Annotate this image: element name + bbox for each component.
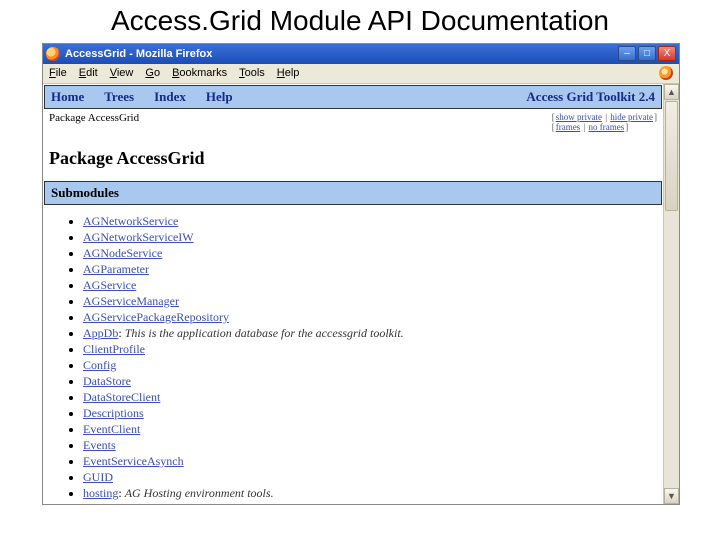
scroll-down-button[interactable]: ▼ <box>664 488 679 504</box>
nav-index[interactable]: Index <box>154 89 186 105</box>
section-submodules: Submodules <box>44 181 662 205</box>
module-description: This is the application database for the… <box>125 326 404 340</box>
module-link[interactable]: EventClient <box>83 422 140 436</box>
module-link[interactable]: DataStore <box>83 374 131 388</box>
menu-file[interactable]: File <box>49 67 67 79</box>
module-link[interactable]: AGServicePackageRepository <box>83 310 229 324</box>
window-title: AccessGrid - Mozilla Firefox <box>65 48 618 60</box>
module-link[interactable]: AGServiceManager <box>83 294 179 308</box>
close-button[interactable]: X <box>658 46 676 61</box>
menu-view[interactable]: View <box>110 67 134 79</box>
slide-title: Access.Grid Module API Documentation <box>0 0 720 39</box>
doc-navbar: Home Trees Index Help Access Grid Toolki… <box>44 85 662 109</box>
list-item: Events <box>83 438 663 453</box>
menu-go[interactable]: Go <box>145 67 160 79</box>
module-link[interactable]: EventServiceAsynch <box>83 454 184 468</box>
package-heading: Package AccessGrid <box>43 134 663 181</box>
list-item: AGNetworkServiceIW <box>83 230 663 245</box>
vertical-scrollbar[interactable]: ▲ ▼ <box>663 84 679 504</box>
page-content: Home Trees Index Help Access Grid Toolki… <box>43 84 663 504</box>
list-item: AGServicePackageRepository <box>83 310 663 325</box>
module-link[interactable]: AppDb <box>83 326 118 340</box>
list-item: EventClient <box>83 422 663 437</box>
list-item: AGNetworkService <box>83 214 663 229</box>
menu-help[interactable]: Help <box>277 67 300 79</box>
list-item: AGParameter <box>83 262 663 277</box>
frames-link[interactable]: frames <box>556 122 581 132</box>
breadcrumb: Package AccessGrid [show private | hide … <box>43 110 663 134</box>
breadcrumb-text: Package AccessGrid <box>49 112 139 132</box>
maximize-button[interactable]: □ <box>638 46 656 61</box>
list-item: GUID <box>83 470 663 485</box>
list-item: AGNodeService <box>83 246 663 261</box>
list-item: hosting: AG Hosting environment tools. <box>83 486 663 501</box>
module-list: AGNetworkService AGNetworkServiceIW AGNode… <box>43 205 663 504</box>
list-item: ClientProfile <box>83 342 663 357</box>
show-private-link[interactable]: show private <box>556 112 602 122</box>
list-item: DataStore <box>83 374 663 389</box>
scroll-thumb[interactable] <box>665 101 678 211</box>
hide-private-link[interactable]: hide private <box>610 112 653 122</box>
list-item: AGServiceManager <box>83 294 663 309</box>
menubar: File Edit View Go Bookmarks Tools Help <box>43 64 679 84</box>
module-link[interactable]: AGNetworkServiceIW <box>83 230 194 244</box>
list-item: DataStoreClient <box>83 390 663 405</box>
firefox-icon <box>46 47 60 61</box>
module-link[interactable]: Descriptions <box>83 406 144 420</box>
nav-help[interactable]: Help <box>206 89 233 105</box>
module-link[interactable]: AGNetworkService <box>83 214 178 228</box>
minimize-button[interactable]: – <box>618 46 636 61</box>
module-link[interactable]: hosting <box>83 486 118 500</box>
module-link[interactable]: Events <box>83 438 116 452</box>
menu-bookmarks[interactable]: Bookmarks <box>172 67 227 79</box>
module-link[interactable]: AGService <box>83 278 136 292</box>
no-frames-link[interactable]: no frames <box>589 122 625 132</box>
nav-home[interactable]: Home <box>51 89 84 105</box>
menu-edit[interactable]: Edit <box>79 67 98 79</box>
module-link[interactable]: GUID <box>83 470 113 484</box>
menu-tools[interactable]: Tools <box>239 67 265 79</box>
module-link[interactable]: ClientProfile <box>83 342 145 356</box>
titlebar[interactable]: AccessGrid - Mozilla Firefox – □ X <box>43 44 679 64</box>
list-item: AGService <box>83 278 663 293</box>
module-link[interactable]: DataStoreClient <box>83 390 160 404</box>
throbber-icon <box>659 66 673 80</box>
list-item: Descriptions <box>83 406 663 421</box>
module-link[interactable]: Config <box>83 358 116 372</box>
list-item: AppDb: This is the application database … <box>83 326 663 341</box>
view-options: [show private | hide private] [frames | … <box>552 112 657 132</box>
module-link[interactable]: AGNodeService <box>83 246 162 260</box>
module-link[interactable]: AGParameter <box>83 262 149 276</box>
toolkit-title: Access Grid Toolkit 2.4 <box>526 89 655 105</box>
list-item: EventServiceAsynch <box>83 454 663 469</box>
list-item: Config <box>83 358 663 373</box>
module-description: AG Hosting environment tools. <box>125 486 274 500</box>
nav-trees[interactable]: Trees <box>104 89 134 105</box>
scroll-up-button[interactable]: ▲ <box>664 84 679 100</box>
browser-window: AccessGrid - Mozilla Firefox – □ X File … <box>42 43 680 505</box>
